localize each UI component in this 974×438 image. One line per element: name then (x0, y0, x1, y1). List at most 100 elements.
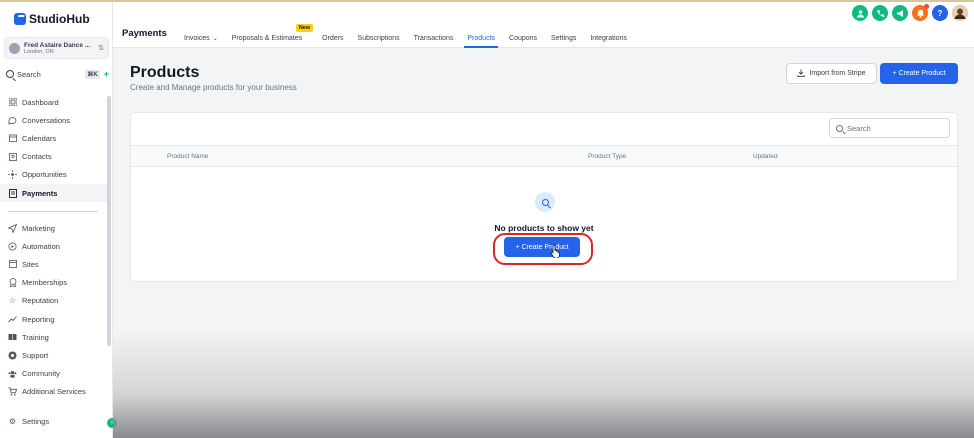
quick-add-icon[interactable]: + (104, 69, 109, 79)
chat-icon (8, 116, 17, 125)
tab-proposals-estimates[interactable]: Proposals & Estimates New (225, 24, 314, 47)
sidebar-item-label: Sites (22, 259, 39, 269)
sidebar-item-label: Dashboard (22, 97, 59, 107)
send-icon (8, 223, 17, 233)
bell-icon[interactable] (912, 4, 929, 21)
sidebar-scrollbar[interactable] (107, 96, 111, 346)
empty-state-search-icon (535, 192, 555, 212)
sidebar-item-automation[interactable]: Automation (0, 237, 107, 255)
column-header-product-name[interactable]: Product Name (167, 153, 209, 160)
tab-label: Transactions (413, 34, 454, 42)
import-from-stripe-button[interactable]: Import from Stripe (786, 63, 877, 84)
top-accent-line (0, 0, 974, 2)
sidebar-item-label: Contacts (22, 152, 52, 162)
sidebar-item-additional-services[interactable]: Additional Services (0, 383, 107, 401)
sidebar-item-opportunities[interactable]: Opportunities (0, 166, 107, 184)
sidebar-nav-primary: Dashboard Conversations Calendars Contac… (0, 93, 107, 203)
notification-dot (924, 4, 929, 9)
tab-label: Products (467, 34, 496, 42)
sidebar-item-label: Calendars (22, 133, 57, 143)
automation-icon (8, 242, 17, 251)
sidebar-item-settings[interactable]: ⚙ Settings (8, 417, 49, 426)
sidebar-item-label: Memberships (22, 278, 68, 288)
header-actions: ? (852, 4, 968, 21)
gear-icon: ⚙ (8, 417, 17, 426)
sidebar-item-conversations[interactable]: Conversations (0, 111, 107, 129)
search-icon (6, 70, 14, 78)
tab-label: Proposals & Estimates (231, 34, 303, 42)
help-icon[interactable]: ? (932, 5, 948, 21)
sidebar-item-reporting[interactable]: Reporting (0, 310, 107, 328)
products-search-input[interactable]: Search (829, 118, 950, 138)
tab-orders[interactable]: Orders (315, 29, 350, 47)
sidebar-item-marketing[interactable]: Marketing (0, 219, 107, 237)
sidebar: StudioHub Fred Astaire Dance ... London,… (0, 0, 117, 438)
table-header: Product Name Product Type Updated (131, 145, 957, 167)
tab-integrations[interactable]: Integrations (583, 29, 634, 47)
payments-tabs: Invoices ⌄ Proposals & Estimates New Ord… (177, 24, 634, 48)
import-from-stripe-label: Import from Stripe (809, 70, 866, 77)
sidebar-search[interactable]: Search ⌘K + (6, 68, 109, 80)
sidebar-item-support[interactable]: Support (0, 346, 107, 364)
community-icon (8, 369, 17, 378)
top-bar: Payments Invoices ⌄ Proposals & Estimate… (113, 0, 974, 48)
tab-transactions[interactable]: Transactions (407, 29, 461, 47)
sidebar-item-label: Conversations (22, 115, 70, 125)
sidebar-item-label: Community (22, 369, 60, 379)
sidebar-item-label: Training (22, 332, 49, 342)
empty-state-text: No products to show yet (494, 223, 594, 233)
page-title: Products (130, 64, 200, 81)
sidebar-divider (8, 211, 98, 212)
contacts-icon (8, 152, 17, 161)
tab-products[interactable]: Products (460, 29, 502, 48)
chevron-down-icon: ⌄ (212, 35, 218, 42)
sidebar-item-community[interactable]: Community (0, 365, 107, 383)
column-header-product-type[interactable]: Product Type (588, 153, 626, 160)
empty-state-create-product-button[interactable]: + Create Product (504, 237, 580, 257)
brand-name: StudioHub (29, 12, 90, 26)
tab-label: Integrations (590, 34, 627, 42)
tab-label: Invoices (184, 34, 210, 42)
calendar-icon (8, 134, 17, 143)
collapse-sidebar-icon[interactable]: ‹ (107, 418, 117, 428)
logo-icon (14, 13, 26, 25)
sidebar-item-training[interactable]: Training (0, 328, 107, 346)
payments-icon (8, 188, 17, 198)
sidebar-item-contacts[interactable]: Contacts (0, 148, 107, 166)
column-header-updated[interactable]: Updated (753, 153, 778, 160)
bottom-shadow-overlay (113, 330, 974, 438)
tab-invoices[interactable]: Invoices ⌄ (177, 29, 225, 47)
contacts-circle-icon[interactable] (852, 5, 868, 21)
tab-label: Coupons (509, 34, 538, 42)
phone-icon[interactable] (872, 5, 888, 21)
create-product-label: + Create Product (892, 70, 946, 77)
sidebar-item-sites[interactable]: Sites (0, 255, 107, 273)
chevron-updown-icon: ⇅ (98, 45, 104, 52)
account-avatar-icon (9, 42, 20, 54)
sidebar-item-label: Marketing (22, 223, 55, 233)
sidebar-item-label: Reputation (22, 296, 59, 306)
tab-settings[interactable]: Settings (544, 29, 583, 47)
sidebar-item-payments[interactable]: Payments (0, 183, 107, 203)
opportunities-icon (8, 170, 17, 180)
star-icon: ☆ (8, 296, 17, 306)
section-title: Payments (122, 28, 167, 39)
account-name: Fred Astaire Dance ... (24, 41, 91, 49)
sidebar-item-calendars[interactable]: Calendars (0, 129, 107, 147)
sidebar-item-dashboard[interactable]: Dashboard (0, 93, 107, 111)
user-avatar[interactable] (952, 5, 968, 21)
account-switcher[interactable]: Fred Astaire Dance ... London, ON ⇅ (4, 37, 109, 59)
sites-icon (8, 260, 17, 269)
megaphone-icon[interactable] (892, 5, 908, 21)
account-location: London, ON (24, 48, 54, 55)
sidebar-item-reputation[interactable]: ☆ Reputation (0, 292, 107, 310)
brand-logo[interactable]: StudioHub (14, 12, 90, 26)
tab-coupons[interactable]: Coupons (502, 29, 544, 47)
book-icon (8, 333, 17, 342)
sidebar-item-memberships[interactable]: Memberships (0, 274, 107, 292)
tab-subscriptions[interactable]: Subscriptions (351, 29, 407, 47)
tab-label: Settings (551, 34, 577, 42)
cart-icon (8, 387, 17, 396)
create-product-button[interactable]: + Create Product (880, 63, 958, 84)
hand-cursor-icon (550, 244, 560, 258)
